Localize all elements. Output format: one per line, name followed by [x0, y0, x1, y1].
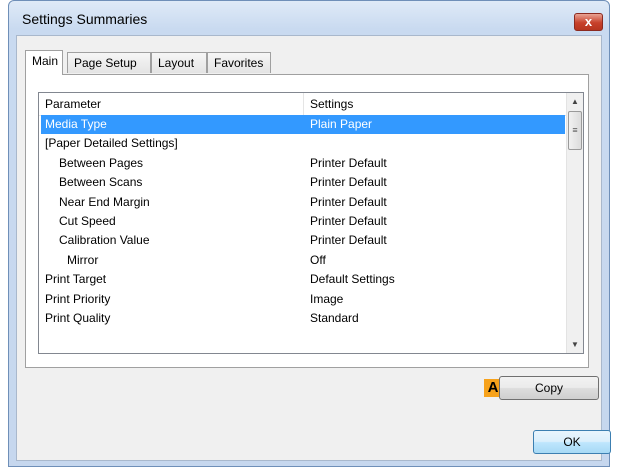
- copy-button[interactable]: Copy: [499, 376, 599, 400]
- vertical-scrollbar[interactable]: ▲ ≡ ▼: [566, 93, 583, 353]
- title-bar[interactable]: Settings Summaries x: [9, 1, 609, 35]
- settings-cell: Printer Default: [310, 155, 387, 170]
- parameter-cell: Cut Speed: [59, 213, 116, 228]
- settings-list[interactable]: Parameter Settings Media Type Plain Pape…: [38, 92, 584, 354]
- tab-favorites[interactable]: Favorites: [207, 52, 271, 73]
- list-item[interactable]: Mirror Off: [39, 251, 567, 270]
- tab-page-setup[interactable]: Page Setup: [67, 52, 151, 73]
- close-icon: x: [584, 14, 593, 29]
- list-item[interactable]: Between Pages Printer Default: [39, 154, 567, 173]
- close-button[interactable]: x: [574, 13, 603, 31]
- list-item[interactable]: [Paper Detailed Settings]: [39, 134, 567, 153]
- parameter-cell: Print Target: [45, 272, 107, 287]
- settings-cell: Image: [310, 291, 344, 306]
- list-item[interactable]: Between Scans Printer Default: [39, 173, 567, 192]
- list-item[interactable]: Cut Speed Printer Default: [39, 212, 567, 231]
- list-item[interactable]: Near End Margin Printer Default: [39, 193, 567, 212]
- settings-cell: Plain Paper: [310, 117, 373, 131]
- parameter-cell: Print Priority: [45, 291, 111, 306]
- parameter-cell: Print Quality: [45, 310, 111, 325]
- settings-cell: Printer Default: [310, 213, 387, 228]
- grip-icon: ≡: [572, 125, 578, 135]
- settings-cell: Printer Default: [310, 175, 387, 190]
- settings-cell: Printer Default: [310, 194, 387, 209]
- tab-layout[interactable]: Layout: [151, 52, 207, 73]
- settings-cell: Printer Default: [310, 233, 387, 248]
- list-item[interactable]: Print Quality Standard: [39, 309, 567, 328]
- list-item[interactable]: Print Target Default Settings: [39, 270, 567, 289]
- parameter-cell: Media Type: [45, 117, 107, 131]
- settings-cell: Standard: [310, 310, 359, 325]
- parameter-cell: Between Scans: [59, 175, 143, 190]
- settings-cell: Default Settings: [310, 272, 395, 287]
- column-header-settings[interactable]: Settings: [304, 93, 573, 115]
- list-header: Parameter Settings: [39, 93, 567, 116]
- parameter-cell: Near End Margin: [59, 194, 150, 209]
- tab-panel-main: Parameter Settings Media Type Plain Pape…: [25, 74, 589, 368]
- ok-button[interactable]: OK: [533, 430, 611, 454]
- column-header-parameter[interactable]: Parameter: [39, 93, 310, 115]
- parameter-cell: [Paper Detailed Settings]: [45, 136, 178, 151]
- window-title: Settings Summaries: [22, 11, 148, 27]
- scroll-up-icon[interactable]: ▲: [567, 93, 583, 110]
- tab-main[interactable]: Main: [25, 50, 63, 75]
- settings-summaries-dialog: Settings Summaries x Main Page Setup Lay…: [8, 0, 611, 467]
- scroll-down-icon[interactable]: ▼: [567, 336, 583, 353]
- list-item[interactable]: Print Priority Image: [39, 290, 567, 309]
- list-item[interactable]: Calibration Value Printer Default: [39, 231, 567, 250]
- parameter-cell: Between Pages: [59, 155, 144, 170]
- parameter-cell: Mirror: [67, 252, 99, 267]
- parameter-cell: Calibration Value: [59, 233, 150, 248]
- settings-cell: Off: [310, 252, 326, 267]
- list-rows: Media Type Plain Paper [Paper Detailed S…: [39, 115, 567, 328]
- scrollbar-thumb[interactable]: ≡: [568, 111, 582, 150]
- list-item[interactable]: Media Type Plain Paper: [41, 115, 565, 135]
